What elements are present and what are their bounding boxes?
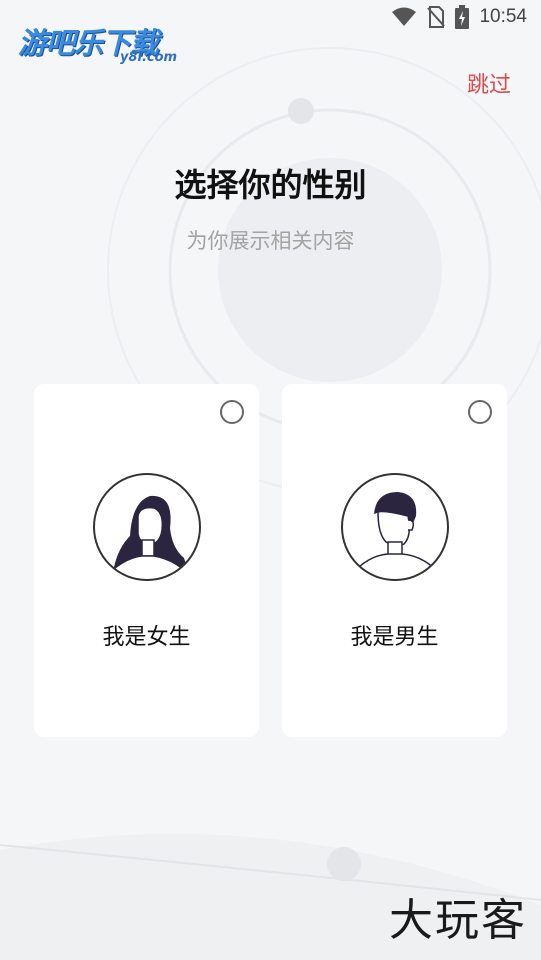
skip-button[interactable]: 跳过 xyxy=(467,67,511,99)
female-avatar-icon xyxy=(92,472,202,582)
no-sim-icon xyxy=(427,6,446,28)
male-avatar-icon xyxy=(340,472,450,582)
female-radio-button[interactable] xyxy=(220,400,244,424)
app-logo: 游吧乐下载 y8l.com xyxy=(18,20,188,66)
status-time: 10:54 xyxy=(479,6,527,27)
gender-option-male[interactable]: 我是男生 xyxy=(282,384,507,737)
logo-domain: y8l.com xyxy=(120,50,178,65)
watermark-text: 大玩客 xyxy=(389,895,527,946)
female-option-label: 我是女生 xyxy=(102,625,191,650)
wifi-icon xyxy=(391,7,417,27)
male-radio-button[interactable] xyxy=(468,400,492,424)
page-title: 选择你的性别 xyxy=(174,166,367,204)
page-subtitle: 为你展示相关内容 xyxy=(186,229,355,253)
male-option-label: 我是男生 xyxy=(350,625,439,650)
battery-charging-icon xyxy=(455,5,470,29)
gender-option-female[interactable]: 我是女生 xyxy=(34,384,259,737)
